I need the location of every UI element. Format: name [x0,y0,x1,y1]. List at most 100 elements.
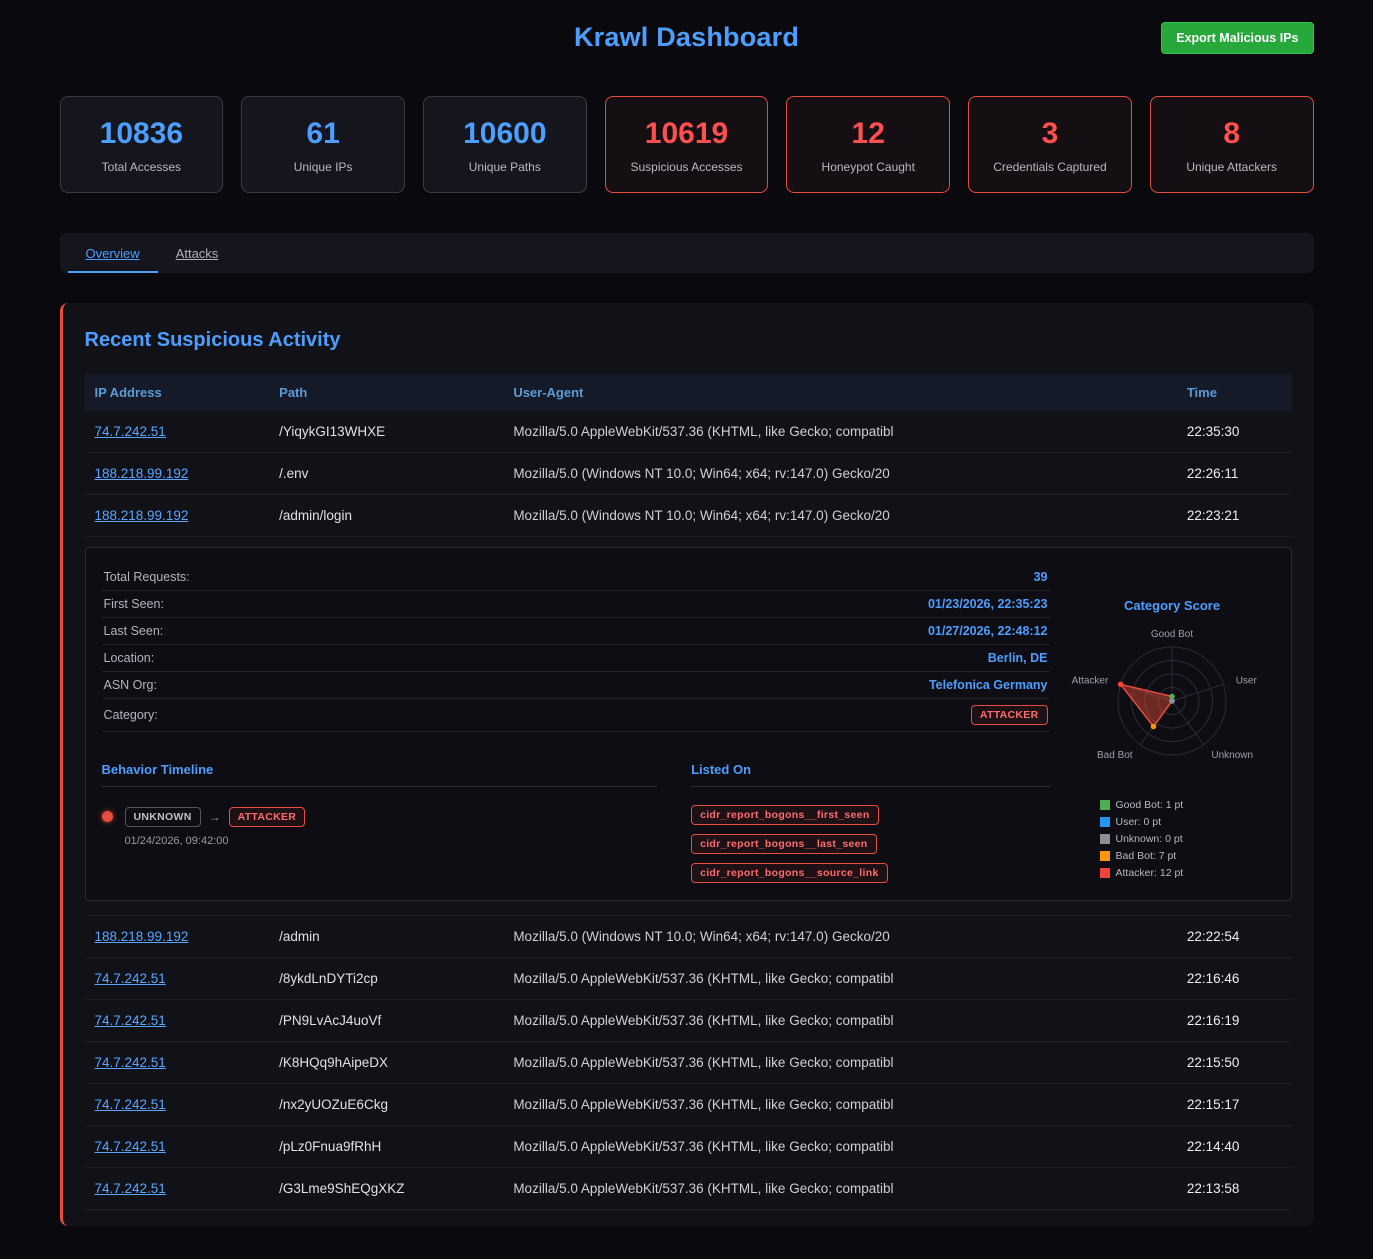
suspicious-activity-row[interactable]: 188.218.99.192/adminMozilla/5.0 (Windows… [85,916,1292,958]
category-score-radar-chart: Good BotUserUnknownBad BotAttacker [1070,617,1274,787]
stat-label: Credentials Captured [977,160,1123,174]
listed-on-badge[interactable]: cidr_report_bogons__last_seen [691,834,876,854]
suspicious-activity-row[interactable]: 188.218.99.192/.envMozilla/5.0 (Windows … [85,453,1292,495]
detail-field-asn-org: ASN Org: Telefonica Germany [102,672,1050,699]
user-agent-cell: Mozilla/5.0 AppleWebKit/537.36 (KHTML, l… [503,1168,1177,1210]
user-agent-cell: Mozilla/5.0 AppleWebKit/537.36 (KHTML, l… [503,411,1177,453]
ip-address-link[interactable]: 74.7.242.51 [95,424,166,439]
timeline-date: 01/24/2026, 09:42:00 [125,835,306,847]
suspicious-activity-table: IP Address Path User-Agent Time 74.7.242… [85,374,1292,1210]
suspicious-activity-row[interactable]: 74.7.242.51/pLz0Fnua9fRhHMozilla/5.0 App… [85,1126,1292,1168]
behavior-timeline-title: Behavior Timeline [102,762,658,787]
column-header-user-agent: User-Agent [503,374,1177,411]
path-cell: /admin [269,916,503,958]
svg-text:Bad Bot: Bad Bot [1097,750,1133,761]
time-cell: 22:13:58 [1177,1168,1292,1210]
timeline-item: UNKNOWN → ATTACKER 01/24/2026, 09:42:00 [102,807,658,847]
detail-row: Total Requests: 39 First Seen: 01/23/202… [85,537,1292,916]
suspicious-activity-row[interactable]: 74.7.242.51/K8HQq9hAipeDXMozilla/5.0 App… [85,1042,1292,1084]
category-score-section: Category Score Good Bot User Unknown Bad Bo… [1070,564,1275,884]
ip-address-link[interactable]: 74.7.242.51 [95,971,166,986]
chart-title: Category Score [1070,598,1275,613]
time-cell: 22:26:11 [1177,453,1292,495]
user-agent-cell: Mozilla/5.0 AppleWebKit/537.36 (KHTML, l… [503,958,1177,1000]
time-cell: 22:16:46 [1177,958,1292,1000]
user-agent-cell: Mozilla/5.0 AppleWebKit/537.36 (KHTML, l… [503,1000,1177,1042]
stat-label: Unique Attackers [1159,160,1305,174]
legend-item: Bad Bot: 7 pt [1100,850,1275,862]
suspicious-activity-row[interactable]: 74.7.242.51/YiqykGI13WHXEMozilla/5.0 App… [85,411,1292,453]
behavior-timeline-section: Behavior Timeline UNKNOWN → AT [102,762,658,883]
ip-address-link[interactable]: 74.7.242.51 [95,1013,166,1028]
stat-value: 3 [977,117,1123,151]
stat-label: Honeypot Caught [795,160,941,174]
listed-on-badge[interactable]: cidr_report_bogons__first_seen [691,805,878,825]
stat-card-unique-attackers: 8 Unique Attackers [1150,96,1314,193]
time-cell: 22:35:30 [1177,411,1292,453]
path-cell: /.env [269,453,503,495]
stat-label: Unique IPs [250,160,396,174]
time-cell: 22:15:17 [1177,1084,1292,1126]
svg-text:Good Bot: Good Bot [1151,629,1193,640]
stats-row: 10836Total Accesses61Unique IPs10600Uniq… [60,96,1314,193]
path-cell: /YiqykGI13WHXE [269,411,503,453]
page-header: Krawl Dashboard Export Malicious IPs [60,22,1314,74]
stat-card-honeypot-caught: 12 Honeypot Caught [786,96,950,193]
ip-address-link[interactable]: 74.7.242.51 [95,1139,166,1154]
stat-value: 12 [795,117,941,151]
listed-on-section: Listed On cidr_report_bogons__first_seen… [691,762,1049,883]
legend-swatch-icon [1100,834,1110,844]
ip-detail-fields: Total Requests: 39 First Seen: 01/23/202… [102,564,1050,884]
svg-text:Unknown: Unknown [1211,750,1253,761]
tab-attacks[interactable]: Attacks [158,233,237,273]
arrow-right-icon: → [209,810,221,824]
stat-card-unique-paths: 10600Unique Paths [423,96,587,193]
time-cell: 22:15:50 [1177,1042,1292,1084]
column-header-time: Time [1177,374,1292,411]
suspicious-activity-row[interactable]: 74.7.242.51/PN9LvAcJ4uoVfMozilla/5.0 App… [85,1000,1292,1042]
user-agent-cell: Mozilla/5.0 (Windows NT 10.0; Win64; x64… [503,916,1177,958]
column-header-path: Path [269,374,503,411]
stat-value: 8 [1159,117,1305,151]
tab-overview[interactable]: Overview [68,233,158,273]
detail-field-location: Location: Berlin, DE [102,645,1050,672]
dashboard-page: Krawl Dashboard Export Malicious IPs 108… [60,0,1314,1226]
ip-address-link[interactable]: 74.7.242.51 [95,1055,166,1070]
suspicious-activity-row[interactable]: 74.7.242.51/G3Lme9ShEQgXKZMozilla/5.0 Ap… [85,1168,1292,1210]
stat-value: 10600 [432,117,578,151]
legend-item: Good Bot: 1 pt [1100,799,1275,811]
stat-value: 61 [250,117,396,151]
user-agent-cell: Mozilla/5.0 AppleWebKit/537.36 (KHTML, l… [503,1084,1177,1126]
ip-address-link[interactable]: 74.7.242.51 [95,1097,166,1112]
ip-address-link[interactable]: 188.218.99.192 [95,508,189,523]
timeline-dot-icon [102,811,113,822]
ip-address-link[interactable]: 188.218.99.192 [95,929,189,944]
suspicious-activity-row[interactable]: 74.7.242.51/8ykdLnDYTi2cpMozilla/5.0 App… [85,958,1292,1000]
path-cell: /pLz0Fnua9fRhH [269,1126,503,1168]
ip-address-link[interactable]: 74.7.242.51 [95,1181,166,1196]
chart-legend: Good Bot: 1 ptUser: 0 ptUnknown: 0 ptBad… [1070,799,1275,879]
listed-on-title: Listed On [691,762,1049,787]
suspicious-activity-row[interactable]: 188.218.99.192/admin/loginMozilla/5.0 (W… [85,495,1292,537]
ip-address-link[interactable]: 188.218.99.192 [95,466,189,481]
stat-card-total-accesses: 10836Total Accesses [60,96,224,193]
time-cell: 22:16:19 [1177,1000,1292,1042]
timeline-to-badge: ATTACKER [229,807,306,827]
category-attacker-badge: ATTACKER [971,705,1048,725]
stat-value: 10619 [614,117,760,151]
ip-detail-panel: Total Requests: 39 First Seen: 01/23/202… [85,547,1292,901]
suspicious-activity-row[interactable]: 74.7.242.51/nx2yUOZuE6CkgMozilla/5.0 App… [85,1084,1292,1126]
stat-value: 10836 [69,117,215,151]
legend-label: Unknown: 0 pt [1116,833,1183,845]
legend-swatch-icon [1100,868,1110,878]
listed-on-badge[interactable]: cidr_report_bogons__source_link [691,863,888,883]
legend-item: Unknown: 0 pt [1100,833,1275,845]
panel-title: Recent Suspicious Activity [85,329,1292,352]
stat-card-unique-ips: 61 Unique IPs [241,96,405,193]
table-header-row: IP Address Path User-Agent Time [85,374,1292,411]
legend-swatch-icon [1100,817,1110,827]
detail-field-total-requests: Total Requests: 39 [102,564,1050,591]
svg-text:User: User [1236,675,1258,686]
stat-card-credentials-captured: 3 Credentials Captured [968,96,1132,193]
export-malicious-ips-button[interactable]: Export Malicious IPs [1161,22,1313,54]
